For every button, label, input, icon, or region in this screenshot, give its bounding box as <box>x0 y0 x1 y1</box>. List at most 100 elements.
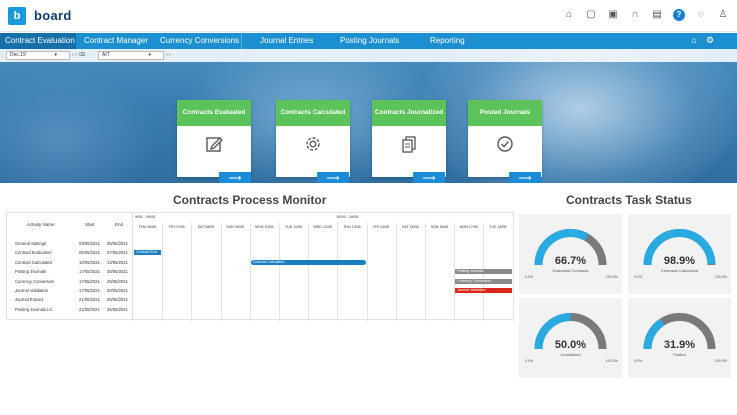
card-contracts-evaluated[interactable]: Contracts Evaluated <box>177 100 251 177</box>
cell-start: 21/05/2021 <box>79 306 100 312</box>
card-go-button[interactable]: ⟶ <box>317 172 349 183</box>
documents-icon <box>372 134 446 159</box>
gantt-bar[interactable]: Contract Calculated <box>250 259 366 265</box>
chat-icon[interactable]: ▤ <box>651 9 663 21</box>
check-circle-icon <box>468 134 542 159</box>
gauge-max: 100.0% <box>605 275 618 279</box>
cell-start: 17/05/2021 <box>79 269 100 275</box>
entity-arrows[interactable]: ‹ › <box>166 52 171 58</box>
help-icon[interactable]: ? <box>673 9 685 21</box>
gantt-timeline: 9/05 - 09/05 10/05 - 16/05 THU 06/05 FRI … <box>133 213 514 321</box>
gauge-card[interactable]: 50.0% Journalized 0.0% 100.0% <box>519 298 622 378</box>
cell-activity: Posting Journals LC <box>15 306 53 312</box>
screen-icon[interactable]: ▣ <box>607 9 619 21</box>
user-icon[interactable]: ♙ <box>717 9 729 21</box>
entity-filter-value: AIT <box>102 52 110 58</box>
col-end-header: End <box>115 222 124 227</box>
card-posted-journals[interactable]: Posted Journals <box>468 100 542 177</box>
tab-journal-entries[interactable]: Journal Entries <box>242 33 324 49</box>
cell-end: 07/05/2021 <box>107 250 128 256</box>
cell-activity: Contract Calculated <box>15 259 52 265</box>
day-gridline <box>279 223 280 321</box>
table-row[interactable]: Contract Evaluation 06/05/2021 07/05/2021 <box>7 248 133 257</box>
arrow-right-icon: ⟶ <box>422 173 436 183</box>
day-gridline <box>395 223 397 321</box>
tab-currency-conversions[interactable]: Currency Conversions <box>152 33 242 49</box>
home-icon[interactable]: ⌂ <box>689 35 699 46</box>
entity-filter[interactable]: AIT ▾ <box>98 51 164 60</box>
cell-start: 10/05/2021 <box>79 259 100 265</box>
gauge-card[interactable]: 31.9% Posted 0.0% 100.0% <box>628 298 731 378</box>
card-go-button[interactable]: ⟶ <box>509 172 541 183</box>
day-label: TUE 18/05 <box>489 225 507 229</box>
table-row[interactable]: Posting Journals 17/05/2021 20/05/2021 <box>7 267 133 276</box>
gauge-label: Contracts Calculated <box>660 268 699 273</box>
card-contracts-journalized[interactable]: Contracts Journalized <box>372 100 446 177</box>
card-go-button[interactable]: ⟶ <box>413 172 445 183</box>
table-row[interactable]: Contract Calculated 10/05/2021 14/05/2021 <box>7 258 133 267</box>
page: b board ⌂ ▢ ▣ ∩ ▤ ? ◌ ♙ Contract Evaluat… <box>0 0 737 415</box>
arrow-right-icon: ⟶ <box>518 173 532 183</box>
cell-end: 20/05/2021 <box>107 288 128 293</box>
gauge-value: 31.9% <box>663 339 696 351</box>
day-gridline <box>366 223 368 321</box>
gantt-bar[interactable]: Posting Journals <box>455 269 512 275</box>
arrow-right-icon: ⟶ <box>228 173 242 183</box>
table-row[interactable]: Journal Validation 17/05/2021 20/05/2021 <box>7 286 133 295</box>
chevron-down-icon: ▾ <box>54 52 57 58</box>
table-row[interactable]: Currency Conversion 17/05/2021 20/05/2021 <box>7 277 133 286</box>
day-label: WED 12/05 <box>313 225 332 229</box>
gauge-arc <box>534 229 607 266</box>
cell-end: 25/05/2021 <box>107 297 128 303</box>
headset-icon[interactable]: ∩ <box>629 9 641 21</box>
tab-posting-journals[interactable]: Posting Journals <box>324 33 412 49</box>
settings-icon[interactable]: ⚙ <box>705 35 715 46</box>
home-icon[interactable]: ⌂ <box>563 9 575 21</box>
gantt-bar[interactable]: Journal Validation <box>455 288 512 293</box>
gauge-label: Evaluated Contracts <box>552 268 589 273</box>
card-title: Contracts Journalized <box>372 100 446 126</box>
gauge-value: 50.0% <box>554 339 587 351</box>
day-gridline <box>308 223 310 321</box>
table-row[interactable]: Posting Journals LC 21/05/2021 26/05/2021 <box>7 305 133 314</box>
gauge-card[interactable]: 98.9% Contracts Calculated 0.0% 100.0% <box>628 214 731 294</box>
day-gridline <box>337 223 339 321</box>
gauge-label: Posted <box>673 352 686 357</box>
gauge-value: 66.7% <box>554 255 587 267</box>
card-contracts-calculated[interactable]: Contracts Calculated <box>276 100 350 177</box>
gantt-bar[interactable]: Currency Conversion <box>455 278 512 284</box>
cell-start: 17/05/2021 <box>79 288 100 293</box>
table-row[interactable]: General Settings 03/05/2021 05/05/2021 <box>7 239 133 248</box>
monitor-title: Contracts Process Monitor <box>173 193 327 207</box>
card-go-button[interactable]: ⟶ <box>219 172 251 183</box>
comment-icon[interactable]: ◌ <box>695 9 707 21</box>
logo-mark[interactable]: b <box>8 7 26 25</box>
top-icons: ⌂ ▢ ▣ ∩ ▤ ? ◌ ♙ <box>563 9 729 21</box>
period-arrows[interactable]: ‹ › ⌫ <box>72 52 85 58</box>
day-label: MON 10/05 <box>255 225 274 229</box>
period-filter[interactable]: Dec.19 ▾ <box>6 51 70 60</box>
cell-start: 17/05/2021 <box>79 278 100 284</box>
top-bar: b board ⌂ ▢ ▣ ∩ ▤ ? ◌ ♙ <box>0 0 737 32</box>
cell-end: 14/05/2021 <box>107 259 128 265</box>
day-label: SUN 16/05 <box>430 225 449 229</box>
table-row[interactable]: Journal Extract 21/05/2021 25/05/2021 <box>7 295 133 304</box>
tab-reporting[interactable]: Reporting <box>412 33 502 49</box>
day-label: THU 13/05 <box>343 225 361 229</box>
tab-contract-manager[interactable]: Contract Manager <box>76 33 152 49</box>
gauge-arc <box>643 313 716 350</box>
tab-contract-evaluation[interactable]: Contract Evaluation <box>0 33 76 49</box>
filter-bar: Dec.19 ▾ ‹ › ⌫ AIT ▾ ‹ › <box>0 49 737 62</box>
cell-start: 06/05/2021 <box>79 250 100 256</box>
layout-icon[interactable]: ▢ <box>585 9 597 21</box>
hero-banner: Dec.19 ▾ ‹ › ⌫ AIT ▾ ‹ › Contracts Evalu… <box>0 49 737 183</box>
edit-icon <box>177 134 251 159</box>
gauge-card[interactable]: 66.7% Evaluated Contracts 0.0% 100.0% <box>519 214 622 294</box>
gauge-value: 98.9% <box>663 255 696 267</box>
gantt-bar[interactable]: Contract Eva <box>134 250 162 256</box>
cell-activity: Currency Conversion <box>15 278 55 284</box>
cell-activity: Posting Journals <box>15 269 46 275</box>
week-label: 10/05 - 16/05 <box>336 215 359 219</box>
day-label: SAT 15/05 <box>401 225 419 229</box>
gauge-arc <box>643 229 716 266</box>
